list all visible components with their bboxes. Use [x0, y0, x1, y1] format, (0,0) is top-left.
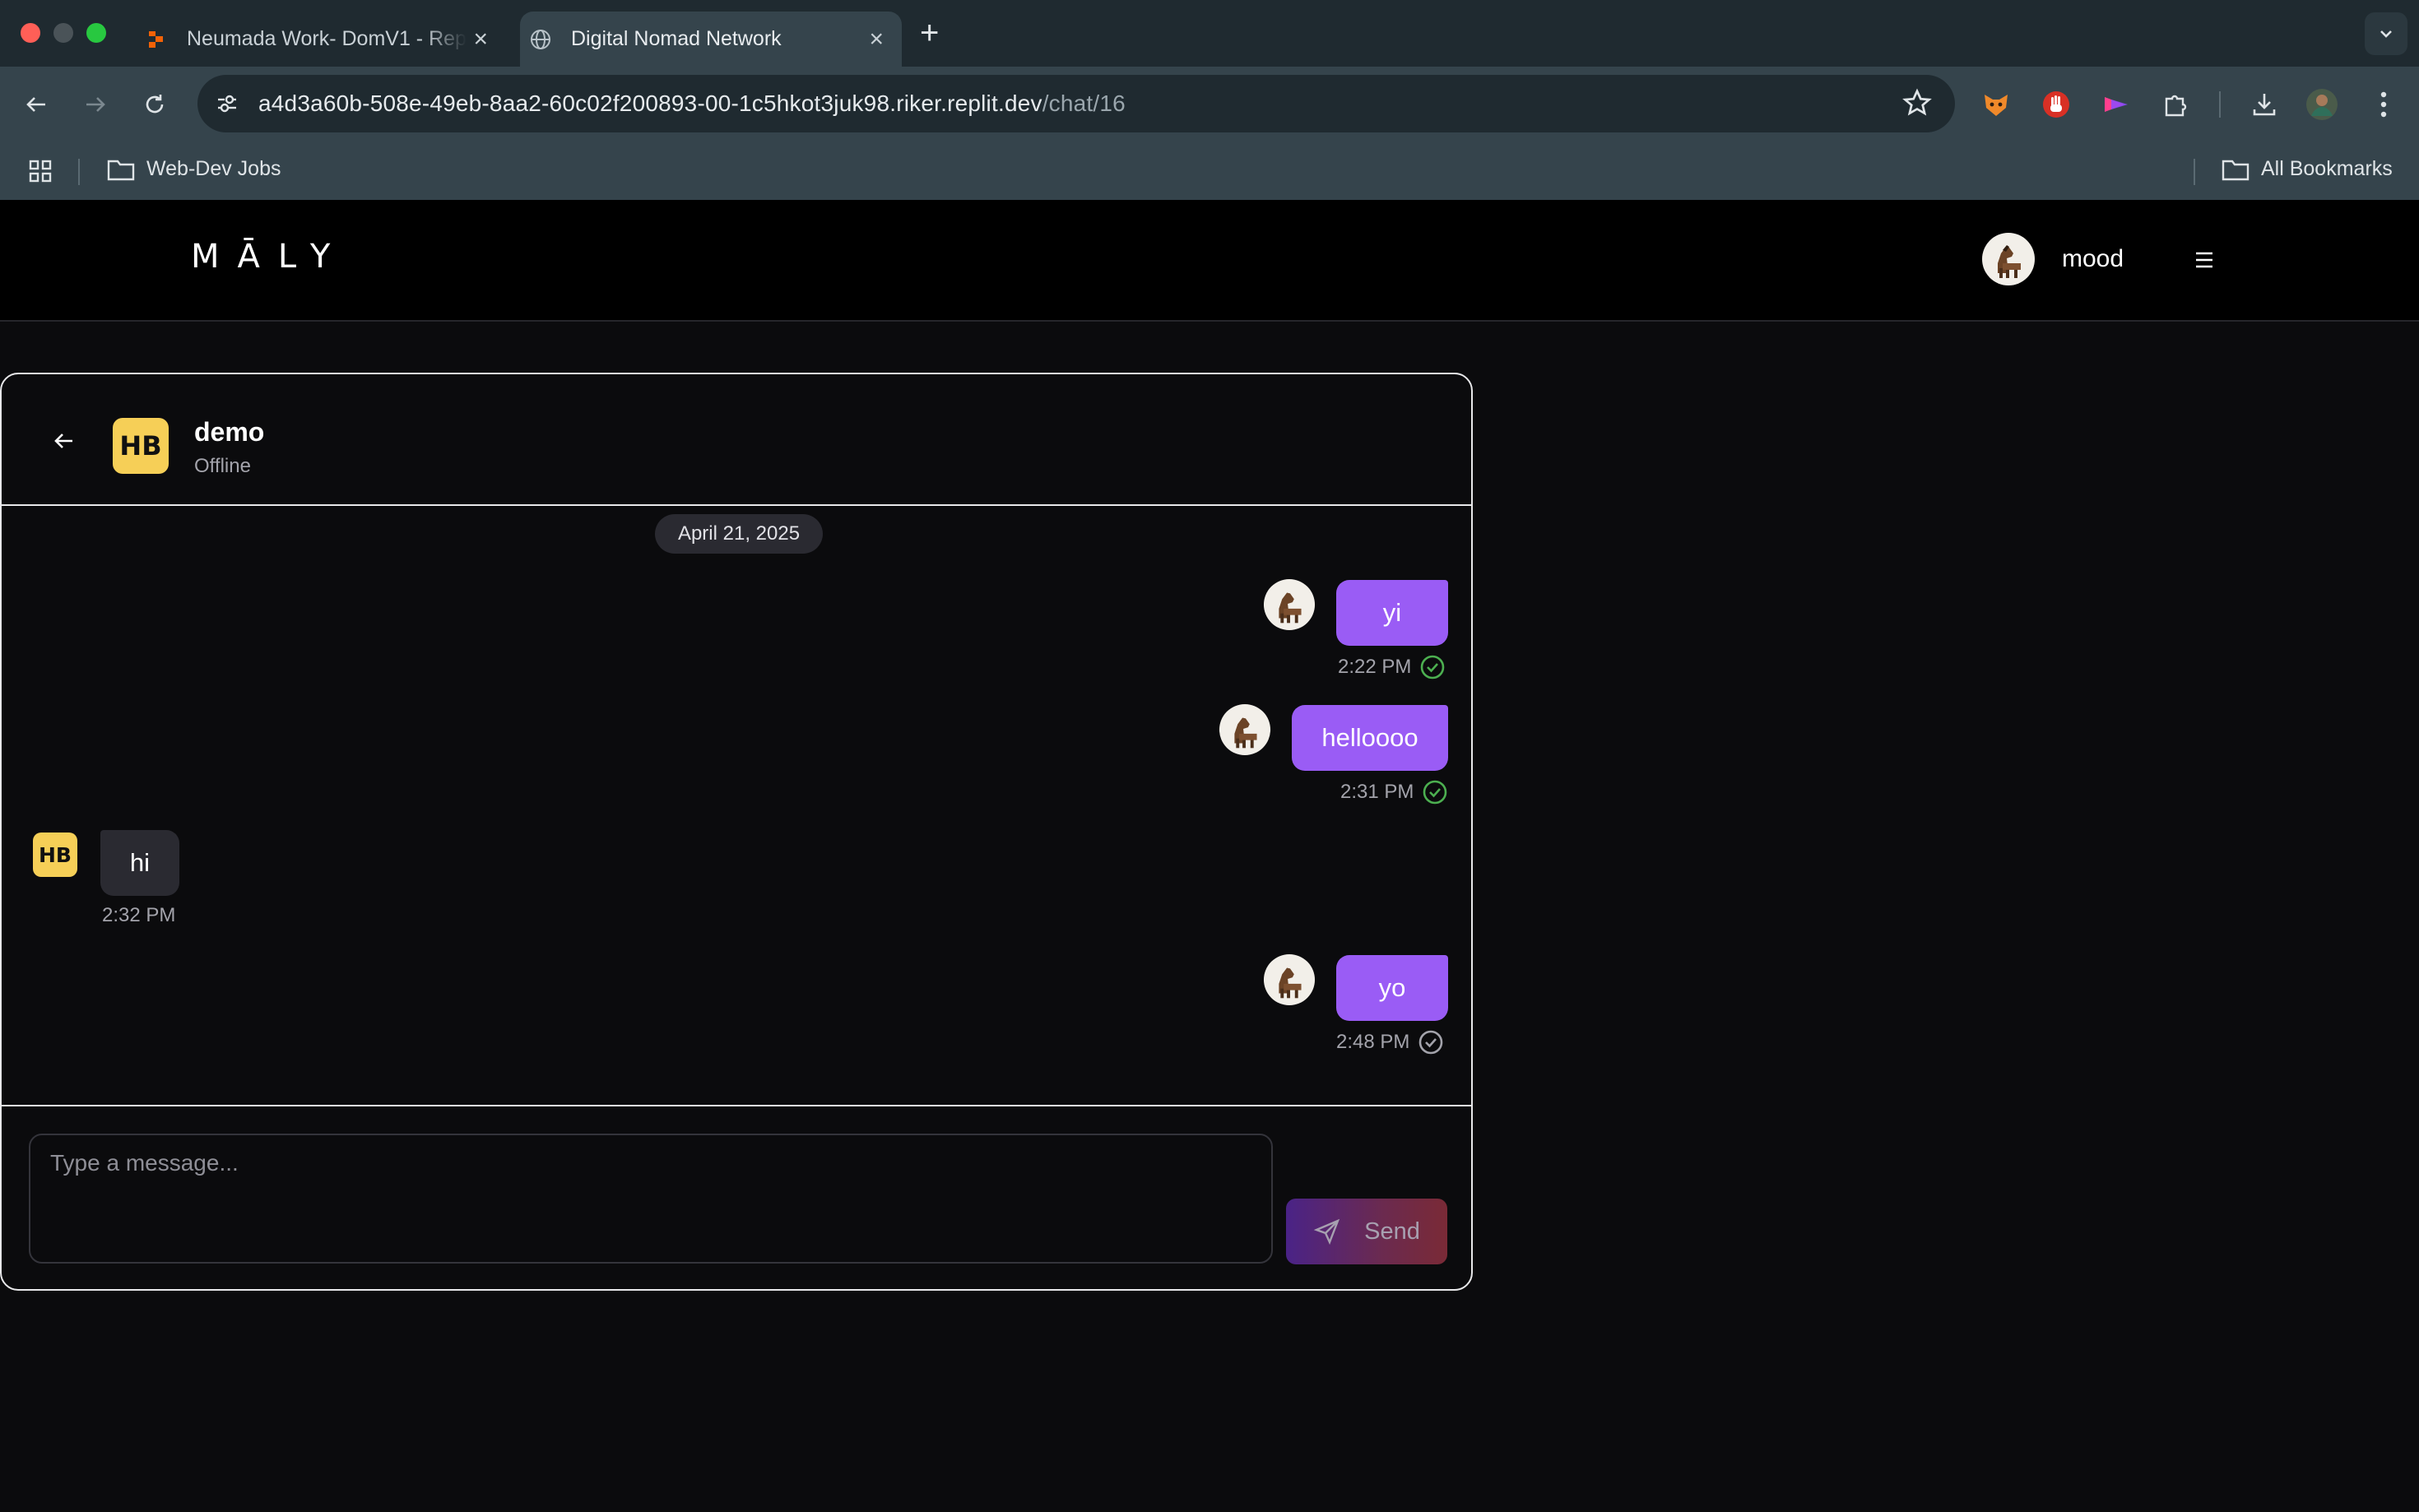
extensions-puzzle-icon[interactable]: [2157, 86, 2194, 123]
contact-avatar[interactable]: HB: [113, 418, 169, 474]
toolbar-divider: [2219, 91, 2221, 118]
close-tab-icon[interactable]: ×: [869, 26, 884, 53]
message-time: 2:31 PM: [1340, 781, 1414, 803]
url-host: a4d3a60b-508e-49eb-8aa2-60c02f200893-00-…: [258, 90, 1042, 116]
back-arrow-icon[interactable]: [49, 427, 77, 455]
message-time: 2:48 PM: [1336, 1031, 1410, 1053]
contact-message-avatar: HB: [33, 833, 77, 877]
address-bar[interactable]: a4d3a60b-508e-49eb-8aa2-60c02f200893-00-…: [197, 75, 1955, 132]
close-tab-icon[interactable]: ×: [473, 26, 488, 53]
message-bubble-outgoing[interactable]: yo: [1336, 955, 1448, 1021]
horse-avatar-icon: [1982, 233, 2035, 285]
message-meta: 2:22 PM: [1338, 654, 1446, 680]
sender-avatar: [1263, 953, 1316, 1006]
url-text: a4d3a60b-508e-49eb-8aa2-60c02f200893-00-…: [258, 90, 1126, 117]
all-bookmarks-label: All Bookmarks: [2261, 157, 2393, 180]
bookmark-star-icon[interactable]: [1902, 88, 1932, 122]
hand-extension-icon[interactable]: [2038, 86, 2074, 123]
horse-avatar-icon: [1263, 953, 1316, 1006]
sender-avatar: [1219, 703, 1271, 756]
message-bubble-incoming[interactable]: hi: [100, 830, 179, 896]
download-icon[interactable]: [2246, 86, 2282, 123]
horse-avatar-icon: [1219, 703, 1271, 756]
message-meta: 2:31 PM: [1340, 779, 1448, 805]
message-time: 2:32 PM: [102, 904, 176, 926]
app-header: MĀLY mood: [0, 200, 2419, 322]
video-extension-icon[interactable]: [2097, 86, 2133, 123]
chevron-down-icon: [2380, 30, 2392, 38]
globe-icon: [528, 27, 553, 52]
hamburger-menu-icon[interactable]: [2189, 244, 2220, 276]
chat-window: HB demo Offline April 21, 2025 yi 2:22 P…: [0, 373, 1473, 1291]
bookmark-label: Web-Dev Jobs: [146, 157, 281, 180]
browser-menu-icon[interactable]: [2366, 86, 2402, 123]
tab-title: Digital Nomad Network: [571, 27, 782, 50]
sent-check-icon: [1419, 1030, 1443, 1055]
read-check-icon: [1423, 780, 1447, 805]
send-button[interactable]: Send: [1286, 1199, 1447, 1264]
hb-logo-icon: HB: [119, 430, 161, 461]
folder-icon: [107, 160, 135, 180]
svg-text:HB: HB: [119, 430, 161, 461]
all-bookmarks-button[interactable]: All Bookmarks: [2222, 157, 2393, 181]
sender-avatar: [1263, 578, 1316, 631]
message-bubble-outgoing[interactable]: helloooo: [1292, 705, 1448, 771]
send-icon: [1313, 1218, 1340, 1245]
user-avatar[interactable]: [1981, 232, 2036, 286]
reload-icon[interactable]: [135, 85, 174, 124]
browser-tab-replit[interactable]: Neumada Work- DomV1 - Replit ×: [136, 12, 506, 67]
brand-logo[interactable]: MĀLY: [191, 238, 348, 276]
apps-grid-icon[interactable]: [28, 159, 53, 183]
date-divider: April 21, 2025: [655, 514, 823, 554]
back-icon[interactable]: [16, 85, 56, 124]
chat-header: HB demo Offline: [2, 374, 1471, 506]
svg-text:HB: HB: [39, 843, 72, 867]
minimize-window-button[interactable]: [53, 23, 73, 43]
send-label: Send: [1364, 1217, 1420, 1245]
read-check-icon: [1421, 655, 1445, 679]
browser-tab-strip: Neumada Work- DomV1 - Replit × Digital N…: [0, 0, 2419, 67]
replit-icon: [144, 27, 169, 52]
message-composer: Send: [2, 1105, 1471, 1289]
horse-avatar-icon: [1263, 578, 1316, 631]
contact-status: Offline: [194, 455, 251, 477]
tab-search-button[interactable]: [2365, 12, 2407, 55]
site-settings-icon[interactable]: [211, 87, 244, 120]
message-meta: 2:48 PM: [1336, 1029, 1444, 1055]
bookmarks-bar: Web-Dev Jobs All Bookmarks: [0, 142, 2419, 200]
maximize-window-button[interactable]: [86, 23, 106, 43]
url-path: /chat/16: [1042, 90, 1126, 116]
bookmarks-divider: [78, 159, 80, 185]
new-tab-icon[interactable]: +: [920, 15, 939, 52]
tab-title: Neumada Work- DomV1 - Replit: [187, 27, 467, 50]
username[interactable]: mood: [2062, 245, 2124, 273]
browser-toolbar: a4d3a60b-508e-49eb-8aa2-60c02f200893-00-…: [0, 67, 2419, 142]
hb-logo-icon: HB: [39, 843, 72, 867]
bookmarks-divider: [2194, 159, 2195, 185]
folder-icon: [2222, 160, 2250, 180]
forward-icon[interactable]: [76, 85, 115, 124]
close-window-button[interactable]: [21, 23, 40, 43]
message-bubble-outgoing[interactable]: yi: [1336, 580, 1448, 646]
message-time: 2:22 PM: [1338, 656, 1412, 678]
bookmark-folder-web-dev-jobs[interactable]: Web-Dev Jobs: [107, 157, 281, 181]
browser-tab-digital-nomad[interactable]: Digital Nomad Network ×: [520, 12, 902, 67]
message-input[interactable]: [29, 1134, 1273, 1264]
message-meta: 2:32 PM: [102, 904, 175, 927]
contact-name: demo: [194, 417, 265, 447]
profile-avatar-icon[interactable]: [2304, 86, 2340, 123]
fox-extension-icon[interactable]: [1978, 86, 2014, 123]
